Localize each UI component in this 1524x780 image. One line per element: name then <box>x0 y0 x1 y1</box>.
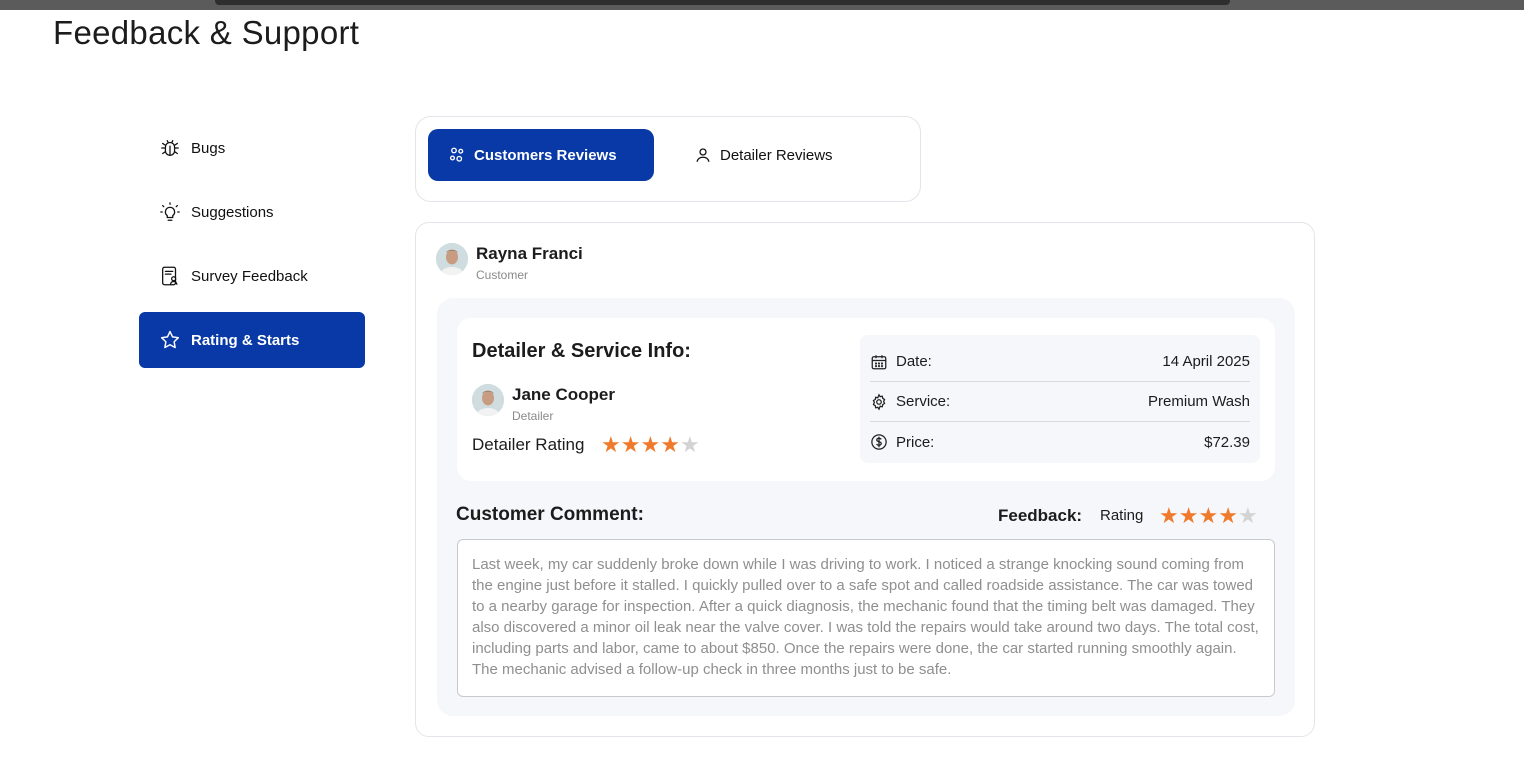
date-value: 14 April 2025 <box>1162 353 1250 370</box>
service-label: Service: <box>896 393 951 410</box>
star-icon <box>159 329 181 351</box>
users-icon <box>448 146 466 164</box>
bug-icon <box>159 137 181 159</box>
price-value: $72.39 <box>1204 433 1250 451</box>
service-details: Date: 14 April 2025 Service: Premium Was… <box>860 335 1260 463</box>
date-label: Date: <box>896 353 932 370</box>
sidebar-item-rating-starts[interactable]: Rating & Starts <box>139 312 365 368</box>
avatar <box>436 243 468 275</box>
star-filled-icon: ★ <box>1159 503 1179 528</box>
sidebar-item-label: Rating & Starts <box>191 331 300 349</box>
sidebar-item-label: Survey Feedback <box>191 267 308 285</box>
calendar-icon <box>870 353 888 371</box>
feedback-rating-stars: ★ ★ ★ ★ ★ <box>1159 505 1258 527</box>
service-info-box: Detailer & Service Info: Jane Cooper Det… <box>457 318 1275 481</box>
service-value: Premium Wash <box>1148 393 1250 410</box>
detailer-rating-label: Detailer Rating <box>472 435 585 454</box>
service-row: Service: Premium Wash <box>870 382 1250 422</box>
star-filled-icon: ★ <box>1198 503 1219 528</box>
gear-icon <box>870 393 888 411</box>
star-filled-icon: ★ <box>660 432 680 457</box>
sidebar-item-bugs[interactable]: Bugs <box>139 120 365 176</box>
comment-title: Customer Comment: <box>456 504 644 525</box>
sidebar-item-label: Bugs <box>191 139 226 157</box>
customer-comment-box[interactable]: Last week, my car suddenly broke down wh… <box>457 539 1275 697</box>
tab-label: Customers Reviews <box>474 146 617 164</box>
reviewer-name: Rayna Franci <box>476 244 583 263</box>
star-filled-icon: ★ <box>1218 503 1238 528</box>
survey-icon <box>159 265 181 287</box>
browser-top-bar <box>0 0 1524 10</box>
review-tabs: Customers Reviews Detailer Reviews <box>415 116 921 202</box>
detailer-rating-stars: ★ ★ ★ ★ ★ <box>601 434 700 456</box>
star-empty-icon: ★ <box>679 432 700 457</box>
star-filled-icon: ★ <box>601 432 621 457</box>
review-card: Rayna Franci Customer Detailer & Service… <box>415 222 1315 737</box>
tab-detailer-reviews[interactable]: Detailer Reviews <box>694 129 894 181</box>
sidebar: Bugs Suggestions Survey Feedback Rating … <box>139 120 365 376</box>
tab-customers-reviews[interactable]: Customers Reviews <box>428 129 654 181</box>
user-icon <box>694 146 712 164</box>
avatar <box>472 384 504 416</box>
detailer-role: Detailer <box>512 409 554 423</box>
star-empty-icon: ★ <box>1237 503 1258 528</box>
feedback-label: Feedback: <box>998 506 1083 525</box>
page-title: Feedback & Support <box>53 14 360 51</box>
service-info-title: Detailer & Service Info: <box>472 340 691 362</box>
detailer-name: Jane Cooper <box>512 385 615 404</box>
star-filled-icon: ★ <box>620 432 641 457</box>
sidebar-item-suggestions[interactable]: Suggestions <box>139 184 365 240</box>
feedback-rating-label: Rating <box>1100 507 1144 524</box>
date-row: Date: 14 April 2025 <box>870 342 1250 382</box>
sidebar-item-label: Suggestions <box>191 203 274 221</box>
price-row: Price: $72.39 <box>870 422 1250 462</box>
sidebar-item-survey-feedback[interactable]: Survey Feedback <box>139 248 365 304</box>
dollar-icon <box>870 433 888 451</box>
lightbulb-icon <box>159 201 181 223</box>
price-label: Price: <box>896 433 935 451</box>
star-filled-icon: ★ <box>1178 503 1199 528</box>
star-filled-icon: ★ <box>640 432 661 457</box>
browser-tab-strip <box>215 0 1230 5</box>
tab-label: Detailer Reviews <box>720 146 833 164</box>
reviewer-role: Customer <box>476 268 529 282</box>
review-details-panel: Detailer & Service Info: Jane Cooper Det… <box>437 298 1295 716</box>
